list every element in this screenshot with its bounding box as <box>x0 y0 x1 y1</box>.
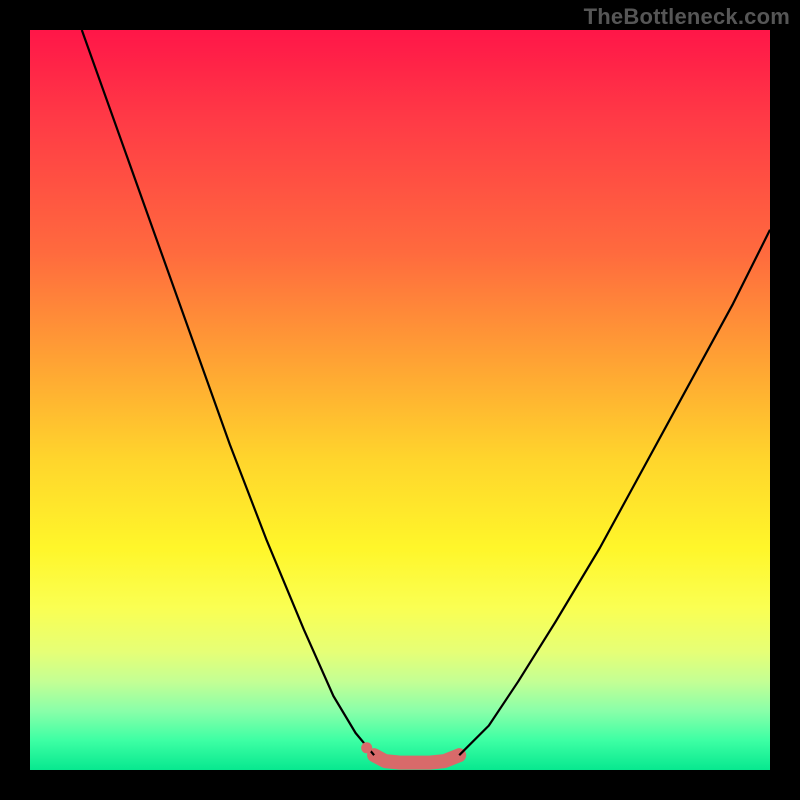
chart-frame: TheBottleneck.com <box>0 0 800 800</box>
left-curve <box>82 30 374 755</box>
watermark-text: TheBottleneck.com <box>584 4 790 30</box>
chart-svg <box>30 30 770 770</box>
right-curve <box>459 230 770 755</box>
plot-area <box>30 30 770 770</box>
valley-segment <box>374 755 459 762</box>
valley-dot <box>361 742 372 753</box>
